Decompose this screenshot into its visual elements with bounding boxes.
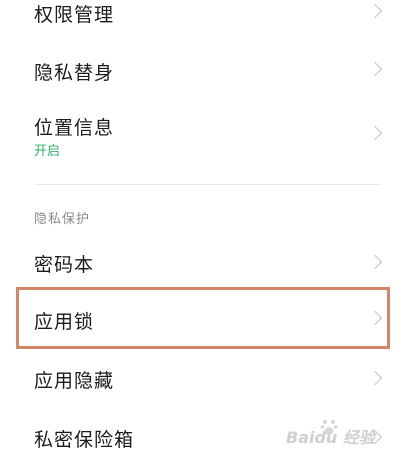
menu-item-password-book[interactable]: 密码本 bbox=[0, 235, 406, 290]
menu-item-location-info[interactable]: 位置信息 开启 bbox=[0, 100, 406, 180]
section-divider bbox=[34, 184, 382, 185]
chevron-right-icon bbox=[367, 310, 383, 326]
menu-item-label: 密码本 bbox=[34, 254, 95, 276]
section-title-privacy-protection: 隐私保护 bbox=[34, 212, 91, 227]
menu-item-label: 应用锁 bbox=[34, 311, 95, 333]
chevron-right-icon bbox=[367, 370, 383, 386]
baidu-paw-icon bbox=[320, 420, 338, 435]
chevron-right-icon bbox=[367, 61, 383, 77]
menu-item-label: 应用隐藏 bbox=[34, 370, 115, 392]
menu-item-label: 隐私替身 bbox=[34, 62, 115, 84]
menu-item-label: 权限管理 bbox=[34, 4, 115, 26]
menu-item-permission-management[interactable]: 权限管理 bbox=[0, 0, 406, 30]
menu-item-label: 位置信息 bbox=[34, 117, 115, 139]
menu-item-privacy-substitute[interactable]: 隐私替身 bbox=[0, 40, 406, 100]
chevron-right-icon bbox=[367, 3, 383, 19]
menu-item-app-hide[interactable]: 应用隐藏 bbox=[0, 350, 406, 405]
menu-item-app-lock[interactable]: 应用锁 bbox=[0, 290, 406, 346]
status-text-on: 开启 bbox=[34, 144, 61, 159]
chevron-right-icon bbox=[367, 125, 383, 141]
chevron-right-icon bbox=[367, 254, 383, 270]
menu-item-label: 私密保险箱 bbox=[34, 429, 135, 451]
